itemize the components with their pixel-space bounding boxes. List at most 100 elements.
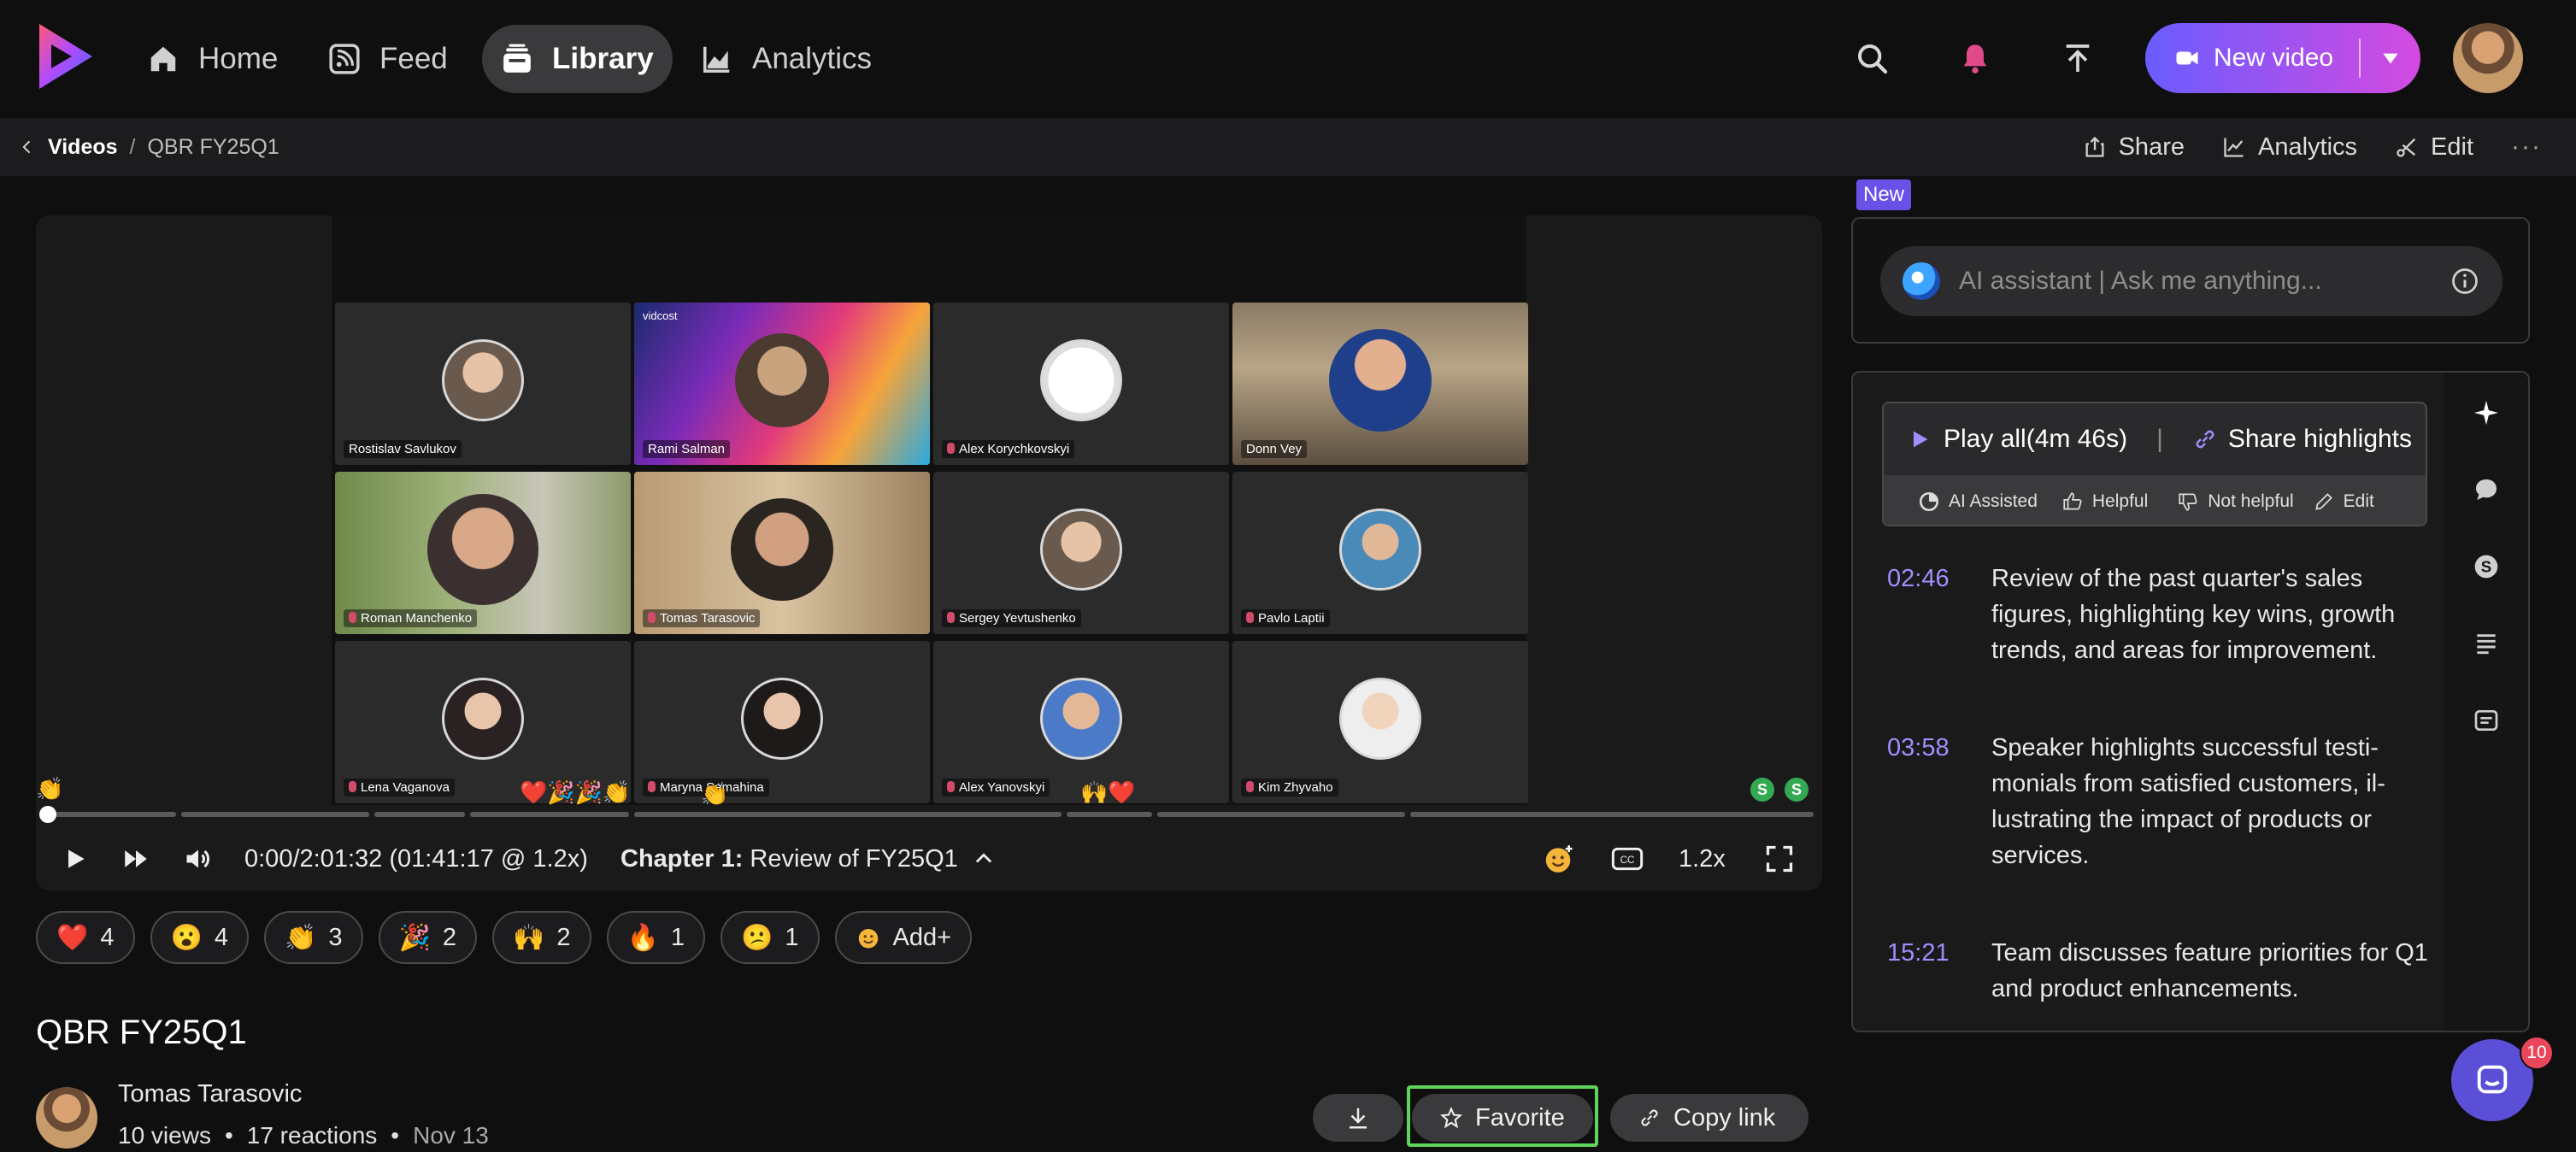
chapter-selector[interactable]: Chapter 1: Review of FY25Q1 <box>620 827 996 890</box>
helpful-button[interactable]: Helpful <box>2061 491 2148 513</box>
chapter-segment[interactable] <box>634 812 1062 817</box>
volume-icon[interactable] <box>183 827 214 890</box>
download-button[interactable] <box>1313 1094 1403 1142</box>
captions-icon[interactable]: CC <box>1610 827 1644 890</box>
upload-icon[interactable] <box>2056 38 2099 80</box>
new-video-dropdown-caret-icon[interactable] <box>2361 47 2420 69</box>
participant-tile: Rostislav Savlukov <box>335 303 631 465</box>
summary-tab-icon[interactable]: S <box>2472 552 2501 581</box>
nav-analytics[interactable]: Analytics <box>682 25 891 93</box>
edit-label: Edit <box>2431 132 2474 161</box>
share-button[interactable]: Share <box>2083 133 2185 162</box>
nav-library[interactable]: Library <box>482 25 673 93</box>
reaction-clap[interactable]: 👏 3 <box>264 911 363 964</box>
reaction-count: 2 <box>556 923 571 951</box>
author-avatar[interactable] <box>36 1087 97 1149</box>
nav-feed[interactable]: Feed <box>309 25 467 93</box>
reaction-confused[interactable]: 😕 1 <box>720 911 820 964</box>
not-helpful-label: Not helpful <box>2208 491 2294 511</box>
ai-assistant-placeholder: AI assistant | Ask me anything... <box>1959 267 2322 295</box>
reaction-surprised[interactable]: 😮 4 <box>150 911 249 964</box>
chapter-segment[interactable] <box>374 812 465 817</box>
chapter-segment[interactable] <box>470 812 629 817</box>
fullscreen-icon[interactable] <box>1764 827 1795 890</box>
reaction-count: 4 <box>100 923 115 951</box>
new-video-button[interactable]: New video <box>2145 23 2420 93</box>
edit-button[interactable]: Edit <box>2395 133 2473 162</box>
edit-highlights-button[interactable]: Edit <box>2313 491 2374 513</box>
thumbs-down-icon <box>2179 493 2197 511</box>
progress-bar[interactable] <box>39 806 1814 823</box>
floating-reaction: ❤️🎉🎉👏 <box>520 779 631 805</box>
bell-icon[interactable] <box>1954 38 1997 80</box>
new-video-label: New video <box>2214 44 2334 72</box>
participant-tile: Maryna Semahina <box>634 641 930 803</box>
share-highlights-label: Share highlights <box>2227 425 2413 453</box>
app-logo-icon[interactable] <box>34 21 97 92</box>
participant-name: Rami Salman <box>643 440 731 458</box>
thumbs-up-icon <box>2063 492 2082 510</box>
add-reaction-button[interactable]: Add+ <box>834 911 973 964</box>
comments-tab-icon[interactable] <box>2472 475 2501 504</box>
helpful-label: Helpful <box>2091 491 2149 511</box>
highlight-item[interactable]: 02:46 Review of the past quarter's sales… <box>1887 561 2434 668</box>
reactions-row: ❤️ 4 😮 4 👏 3 🎉 2 🙌 2 🔥 1 😕 1 Add+ <box>36 911 973 964</box>
nav-home[interactable]: Home <box>128 25 297 93</box>
not-helpful-button[interactable]: Not helpful <box>2177 491 2294 513</box>
playback-speed-button[interactable]: 1.2x <box>1679 827 1726 890</box>
share-highlights-button[interactable]: Share highlights <box>2192 425 2412 454</box>
highlight-timestamp[interactable]: 02:46 <box>1887 561 1959 668</box>
captions-tab-icon[interactable] <box>2472 706 2501 735</box>
highlight-timestamp[interactable]: 15:21 <box>1887 935 1959 1007</box>
highlight-item[interactable]: 15:21 Team discusses feature priorities … <box>1887 935 2434 1007</box>
highlight-item[interactable]: 03:58 Speaker highlights successful test… <box>1887 730 2434 873</box>
party-emoji: 🎉 <box>398 923 431 952</box>
chapter-segment[interactable] <box>1067 812 1152 817</box>
participant-name: Alex Korychkovskyi <box>942 440 1075 458</box>
chapter-segment[interactable] <box>1410 812 1814 817</box>
ai-assistant-input[interactable]: AI assistant | Ask me anything... <box>1880 246 2502 316</box>
info-icon[interactable] <box>2450 266 2480 297</box>
sparkle-tab-icon[interactable] <box>2472 398 2501 427</box>
chapter-segment[interactable] <box>44 812 176 817</box>
participant-tile: Pavlo Laptii <box>1232 472 1528 634</box>
reaction-fire[interactable]: 🔥 1 <box>606 911 705 964</box>
progress-handle[interactable] <box>39 806 56 823</box>
participant-name: Donn Vey <box>1241 440 1308 458</box>
video-player[interactable]: Rostislav Savlukov vidcost Rami Salman A… <box>36 215 1822 890</box>
participant-tile: Sergey Yevtushenko <box>933 472 1229 634</box>
search-icon[interactable] <box>1851 38 1894 80</box>
floating-reaction: 👏 <box>36 776 64 802</box>
more-options-icon[interactable]: ··· <box>2511 132 2542 162</box>
transcript-tab-icon[interactable] <box>2472 629 2501 658</box>
favorite-button[interactable]: Favorite <box>1412 1094 1593 1142</box>
participant-tile: Tomas Tarasovic <box>634 472 930 634</box>
play-all-button[interactable]: Play all(4m 46s) <box>1908 425 2127 454</box>
skip-forward-icon[interactable] <box>121 827 150 890</box>
video-frame[interactable]: Rostislav Savlukov vidcost Rami Salman A… <box>332 215 1528 805</box>
nav-library-label: Library <box>552 42 654 75</box>
ai-assisted-label: AI Assisted <box>1949 491 2038 511</box>
clap-emoji: 👏 <box>285 923 317 952</box>
highlight-text: Team discusses feature priorities for Q1… <box>1991 939 2428 1002</box>
breadcrumb-videos-link[interactable]: Videos <box>48 135 118 160</box>
user-avatar[interactable] <box>2453 23 2523 93</box>
copy-link-button[interactable]: Copy link <box>1610 1094 1808 1142</box>
play-all-duration: (4m 46s) <box>2026 425 2128 453</box>
chevron-left-icon[interactable] <box>19 138 36 156</box>
analytics-button[interactable]: Analytics <box>2222 133 2357 162</box>
reaction-raised-hands[interactable]: 🙌 2 <box>492 911 591 964</box>
emoji-reaction-icon[interactable] <box>1542 827 1574 890</box>
highlight-text: Review of the past quarter's sales figur… <box>1991 565 2396 664</box>
chapter-segment[interactable] <box>181 812 369 817</box>
participant-name: Pavlo Laptii <box>1241 609 1330 627</box>
highlight-timestamp[interactable]: 03:58 <box>1887 730 1959 873</box>
author-name[interactable]: Tomas Tarasovic <box>118 1080 302 1108</box>
participant-avatar <box>741 678 823 761</box>
highlights-header: Play all(4m 46s) | Share highlights AI A… <box>1882 402 2427 526</box>
play-icon[interactable] <box>62 827 89 890</box>
reaction-party[interactable]: 🎉 2 <box>378 911 477 964</box>
play-icon <box>1914 431 1928 448</box>
chapter-segment[interactable] <box>1157 812 1405 817</box>
reaction-heart[interactable]: ❤️ 4 <box>36 911 135 964</box>
